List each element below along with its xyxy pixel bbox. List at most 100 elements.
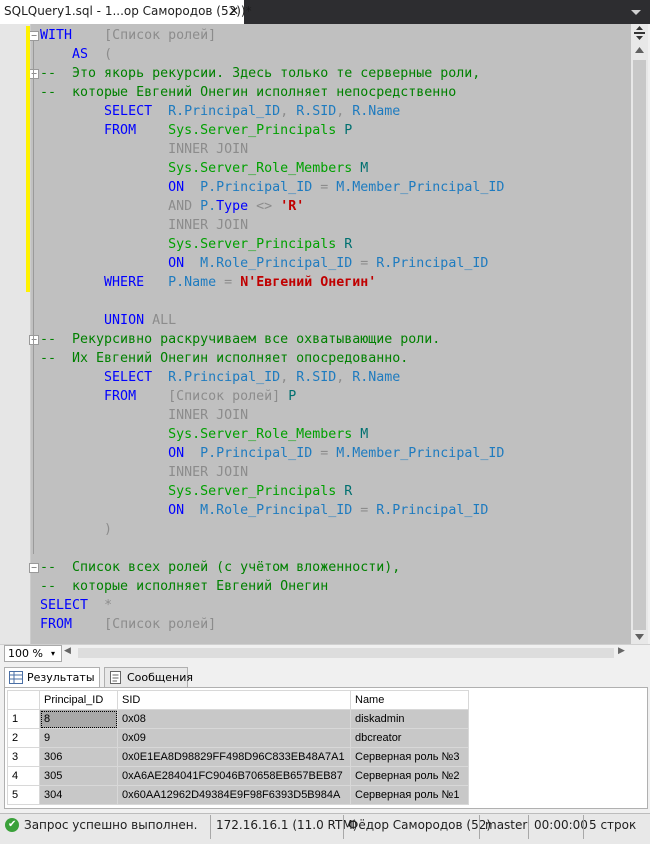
table-row[interactable]: 2 9 0x09 dbcreator [7,728,469,748]
collapse-icon[interactable]: − [29,69,39,79]
change-marker [26,45,30,64]
status-database: master [485,818,528,832]
change-marker [26,254,30,273]
table-cell[interactable]: 306 [39,747,118,767]
table-row[interactable]: 4 305 0xA6AE284041FC9046B70658EB657BEB87 Се… [7,766,469,786]
code-line[interactable]: -- Список всех ролей (с учётом вложеннос… [40,558,400,577]
change-marker [26,121,30,140]
table-cell[interactable]: 305 [39,766,118,786]
table-cell[interactable]: 0x08 [117,709,351,729]
table-cell[interactable]: 0xA6AE284041FC9046B70658EB657BEB87 [117,766,351,786]
code-token: R.SID [296,104,337,119]
scroll-up-icon[interactable] [633,44,646,56]
table-cell[interactable]: Серверная роль №2 [350,766,469,786]
change-marker [26,178,30,197]
row-number[interactable]: 5 [7,785,40,805]
code-token: R.Principal_ID [376,503,489,518]
code-line[interactable]: SELECT R.Principal_ID, R.SID, R.Name [40,368,400,387]
code-line[interactable]: FROM Sys.Server_Principals P [40,121,352,140]
row-number[interactable]: 4 [7,766,40,786]
table-row[interactable]: 1 8 0x08 diskadmin [7,709,469,729]
code-line[interactable]: INNER JOIN [40,406,248,425]
column-header[interactable]: Name [350,690,469,710]
code-line[interactable]: Sys.Server_Principals R [40,235,352,254]
code-line[interactable]: SELECT * [40,596,112,615]
table-cell[interactable]: diskadmin [350,709,469,729]
code-token: R.Principal_ID [168,104,281,119]
table-cell[interactable]: 304 [39,785,118,805]
table-row[interactable]: 5 304 0x60AA12962D49384E9F98F6393D5B984A Се… [7,785,469,805]
table-cell[interactable]: 9 [39,728,118,748]
code-line[interactable]: Sys.Server_Principals R [40,482,352,501]
row-number[interactable]: 1 [7,709,40,729]
table-cell[interactable]: dbcreator [350,728,469,748]
row-number[interactable]: 2 [7,728,40,748]
collapse-icon[interactable]: − [29,31,39,41]
collapse-icon[interactable]: − [29,335,39,345]
scroll-thumb[interactable] [633,60,646,630]
column-header[interactable]: SID [117,690,351,710]
code-token: Sys.Server_Principals [168,237,337,252]
horizontal-scrollbar[interactable] [78,648,614,658]
table-cell[interactable]: 8 [39,709,118,729]
column-header[interactable]: Principal_ID [39,690,118,710]
status-divider [343,815,344,839]
code-token: = [312,446,337,461]
code-token: <> [248,199,281,214]
table-cell[interactable]: 0x60AA12962D49384E9F98F6393D5B984A [117,785,351,805]
tab-dropdown-icon[interactable] [628,5,644,19]
code-line[interactable]: WITH [Список ролей] [40,26,216,45]
results-grid[interactable]: Principal_ID SID Name 1 8 0x08 diskadmin 2 9 0x0… [7,690,469,805]
code-line[interactable]: SELECT R.Principal_ID, R.SID, R.Name [40,102,400,121]
code-line[interactable]: INNER JOIN [40,216,248,235]
code-token: M.Member_Principal_ID [336,180,505,195]
table-cell[interactable]: Серверная роль №3 [350,747,469,767]
code-token: ALL [144,313,177,328]
zoom-value: 100 % [8,647,43,660]
code-line[interactable]: ON P.Principal_ID = M.Member_Principal_I… [40,444,504,463]
table-cell[interactable]: 0x0E1EA8D98829FF498D96C833EB48A7A1 [117,747,351,767]
code-line[interactable]: AND P.Type <> 'R' [40,197,304,216]
code-line[interactable]: UNION ALL [40,311,176,330]
code-line[interactable]: Sys.Server_Role_Members M [40,425,368,444]
code-line[interactable]: INNER JOIN [40,140,248,159]
code-token: SELECT [104,104,153,119]
code-line[interactable]: FROM [Список ролей] [40,615,216,634]
code-line[interactable]: INNER JOIN [40,463,248,482]
split-icon[interactable] [633,26,646,40]
code-line[interactable]: ) [40,520,112,539]
column-header[interactable] [7,690,40,710]
scroll-right-icon[interactable]: ▶ [618,646,625,656]
code-line[interactable]: WHERE P.Name = N'Евгений Онегин' [40,273,376,292]
code-line[interactable]: ON M.Role_Principal_ID = R.Principal_ID [40,501,488,520]
collapse-icon[interactable]: − [29,563,39,573]
close-icon[interactable]: ✕ [229,4,239,18]
code-line[interactable]: -- Это якорь рекурсии. Здесь только те с… [40,64,480,83]
code-line[interactable]: AS ( [40,45,112,64]
code-line[interactable]: -- которые исполняет Евгений Онегин [40,577,328,596]
table-cell[interactable]: 0x09 [117,728,351,748]
document-tab[interactable]: SQLQuery1.sql - 1...ор Самородов (52))* … [0,0,252,24]
row-number[interactable]: 3 [7,747,40,767]
table-cell[interactable]: Серверная роль №1 [350,785,469,805]
scroll-left-icon[interactable]: ◀ [64,646,71,656]
scroll-down-icon[interactable] [633,631,646,643]
code-line[interactable]: -- которые Евгений Онегин исполняет непо… [40,83,456,102]
code-token: N'Евгений Онегин' [240,275,377,290]
zoom-select[interactable]: 100 % ▾ [4,645,62,662]
code-line[interactable]: ON M.Role_Principal_ID = R.Principal_ID [40,254,488,273]
code-line[interactable]: -- Рекурсивно раскручиваем все охватываю… [40,330,440,349]
code-line[interactable]: -- Их Евгений Онегин исполняет опосредов… [40,349,408,368]
tab-results[interactable]: Результаты [4,667,100,689]
code-token: 'R' [280,199,305,214]
tab-messages[interactable]: Сообщения [104,667,193,689]
change-marker [26,64,30,83]
table-row[interactable]: 3 306 0x0E1EA8D98829FF498D96C833EB48A7A1 Се… [7,747,469,767]
code-line[interactable]: FROM [Список ролей] P [40,387,296,406]
code-line[interactable]: ON P.Principal_ID = M.Member_Principal_I… [40,178,504,197]
code-line[interactable]: Sys.Server_Role_Members M [40,159,368,178]
